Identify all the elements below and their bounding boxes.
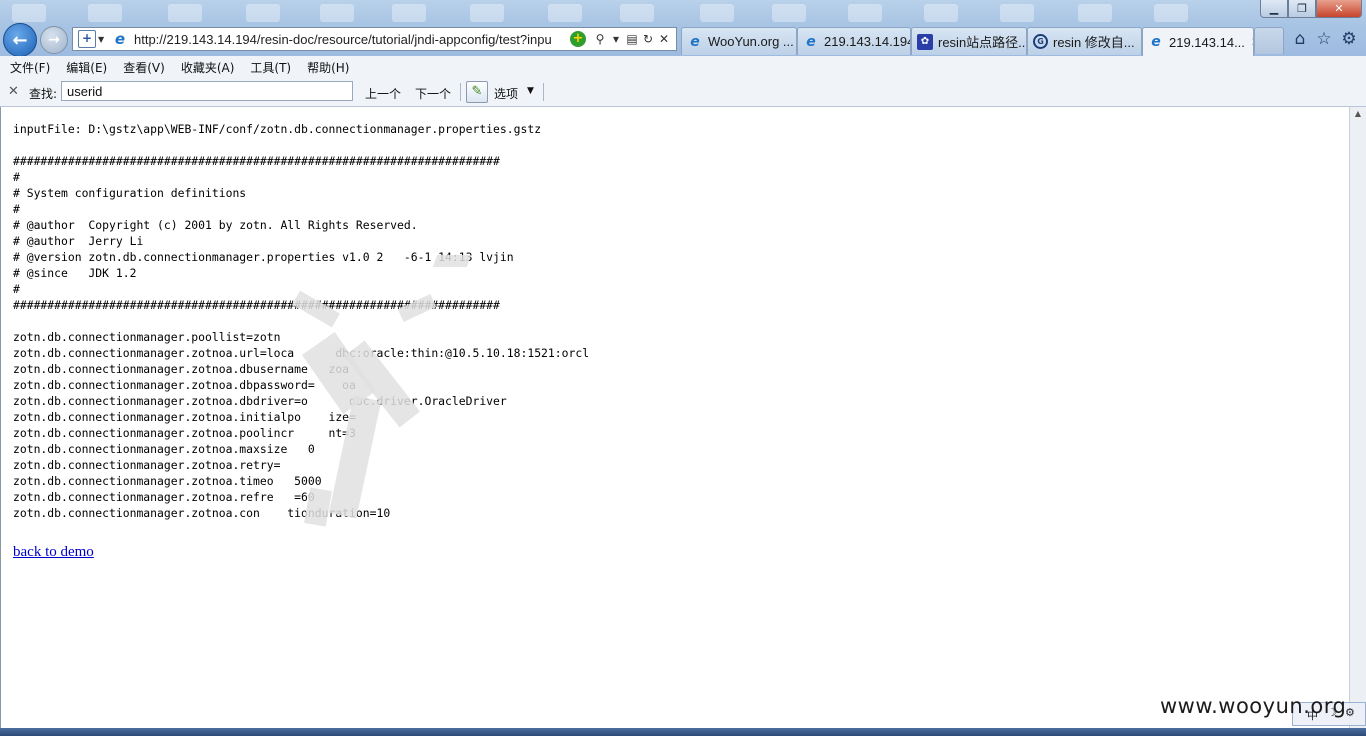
new-tab-button[interactable]	[1254, 27, 1284, 54]
forward-arrow-icon: →	[48, 32, 60, 48]
gear-icon[interactable]: ⚙	[1338, 28, 1360, 50]
add-page-icon[interactable]: +	[78, 30, 96, 48]
toolbar-divider	[460, 83, 461, 101]
chevron-down-icon[interactable]: ▾	[608, 32, 624, 46]
menu-edit[interactable]: 编辑(E)	[66, 59, 107, 76]
settings-icon: ⚙	[1345, 706, 1355, 719]
ghost-window-icon	[772, 4, 806, 22]
compat-doc-icon[interactable]: ▤	[624, 32, 640, 46]
tab-label: 219.143.14...	[1169, 34, 1245, 50]
google-icon: G	[1033, 34, 1048, 49]
close-find-icon[interactable]: ✕	[8, 84, 19, 99]
ie-page-icon: e	[114, 30, 126, 48]
ghost-window-icon	[1000, 4, 1034, 22]
url-text[interactable]: http://219.143.14.194/resin-doc/resource…	[134, 32, 570, 47]
tab-label: resin 修改自...	[1053, 35, 1135, 50]
tab-label: 219.143.14.194	[824, 34, 911, 49]
close-window-button[interactable]: ✕	[1316, 0, 1362, 18]
options-button[interactable]: 选项	[494, 85, 518, 102]
find-label: 查找:	[29, 87, 58, 101]
next-match-button[interactable]: 下一个	[415, 85, 451, 102]
back-arrow-icon: ←	[12, 29, 28, 51]
tab-resin-modify[interactable]: G resin 修改自...	[1027, 27, 1142, 55]
ghost-window-icon	[548, 4, 582, 22]
search-icon[interactable]: ⚲	[592, 32, 608, 46]
refresh-icon[interactable]: ↻	[640, 32, 656, 46]
menu-view[interactable]: 查看(V)	[123, 59, 165, 76]
menu-file[interactable]: 文件(F)	[10, 59, 50, 76]
tab-active-ip[interactable]: e 219.143.14... ✕	[1142, 27, 1254, 56]
find-input[interactable]	[61, 81, 353, 101]
chevron-down-icon[interactable]: ▼	[98, 35, 108, 44]
ghost-window-icon	[392, 4, 426, 22]
maximize-button[interactable]: ❐	[1288, 0, 1316, 18]
window-controls: ▁ ❐ ✕	[1260, 0, 1362, 18]
menu-bar: 文件(F) 编辑(E) 查看(V) 收藏夹(A) 工具(T) 帮助(H)	[0, 56, 1366, 78]
ie-icon: e	[690, 33, 700, 50]
forward-button[interactable]: →	[40, 26, 68, 54]
tab-label: WooYun.org ...	[708, 34, 794, 49]
vertical-scrollbar[interactable]: ▲	[1349, 107, 1366, 728]
ghost-window-icon	[1154, 4, 1188, 22]
ghost-window-icon	[924, 4, 958, 22]
tab-ip-address[interactable]: e 219.143.14.194	[797, 27, 911, 55]
tab-resin-path[interactable]: ✿ resin站点路径...	[911, 27, 1027, 55]
toolbar-divider	[543, 83, 544, 101]
compatibility-view-icon[interactable]: +	[570, 31, 586, 47]
home-icon[interactable]: ⌂	[1289, 28, 1311, 50]
menu-tools[interactable]: 工具(T)	[250, 59, 291, 76]
site-watermark: www.wooyun.org	[1160, 694, 1347, 718]
ghost-window-icon	[320, 4, 354, 22]
baidu-paw-icon: ✿	[917, 33, 933, 50]
ie-icon: e	[806, 33, 816, 50]
page-content: inputFile: D:\gstz\app\WEB-INF/conf/zotn…	[0, 107, 1350, 728]
scroll-up-icon[interactable]: ▲	[1352, 109, 1364, 123]
back-to-demo-link[interactable]: back to demo	[13, 544, 94, 561]
ghost-window-icon	[246, 4, 280, 22]
favorites-star-icon[interactable]: ☆	[1313, 28, 1335, 50]
highlight-matches-icon[interactable]: ✎	[466, 81, 488, 103]
redaction-smear	[432, 255, 472, 267]
ghost-window-icon	[1078, 4, 1112, 22]
ghost-window-icon	[12, 4, 46, 22]
previous-match-button[interactable]: 上一个	[365, 85, 401, 102]
windows-taskbar	[0, 728, 1366, 736]
back-button[interactable]: ←	[3, 23, 37, 57]
tab-label: resin站点路径...	[938, 35, 1027, 50]
menu-favorites[interactable]: 收藏夹(A)	[181, 59, 235, 76]
ghost-window-icon	[848, 4, 882, 22]
ghost-window-icon	[470, 4, 504, 22]
chevron-down-icon[interactable]: ▼	[527, 86, 534, 96]
ghost-window-icon	[700, 4, 734, 22]
properties-file-text: inputFile: D:\gstz\app\WEB-INF/conf/zotn…	[13, 122, 590, 520]
browser-title-bar: ▁ ❐ ✕ ← → + ▼ e http://219.143.14.194/re…	[0, 0, 1366, 57]
ghost-window-icon	[168, 4, 202, 22]
find-bar: ✕ 查找: 上一个 下一个 ✎ 选项 ▼	[0, 78, 1366, 107]
address-bar[interactable]: + ▼ e http://219.143.14.194/resin-doc/re…	[72, 27, 677, 51]
background-window-strip	[0, 0, 1260, 24]
menu-help[interactable]: 帮助(H)	[307, 59, 349, 76]
ghost-window-icon	[620, 4, 654, 22]
tab-wooyun[interactable]: e WooYun.org ...	[681, 27, 797, 55]
ghost-window-icon	[88, 4, 122, 22]
stop-icon[interactable]: ✕	[656, 32, 672, 46]
minimize-button[interactable]: ▁	[1260, 0, 1288, 18]
ie-icon: e	[1151, 34, 1161, 50]
